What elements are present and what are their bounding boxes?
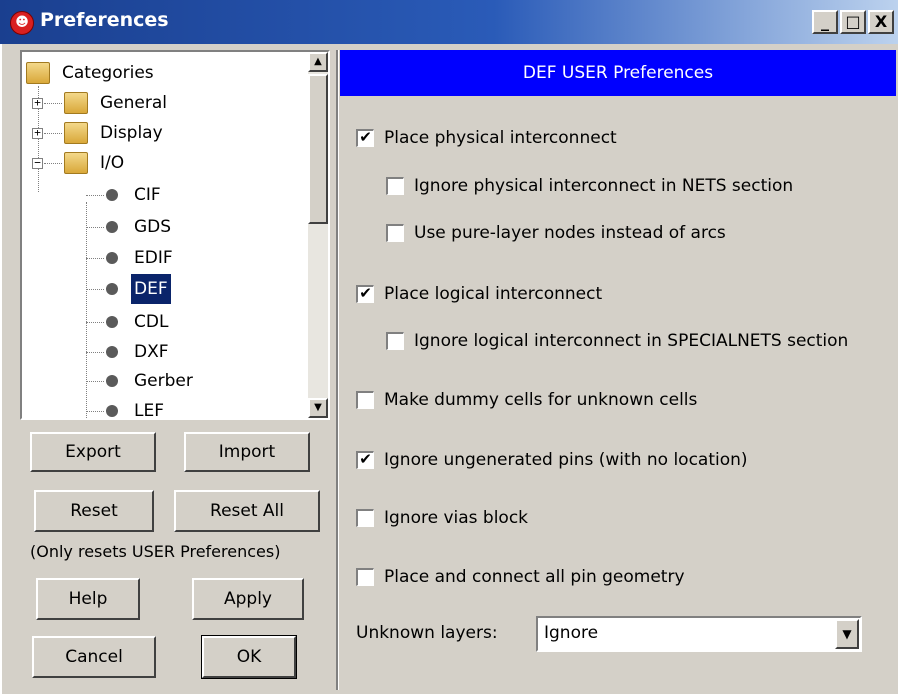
bullet-icon (106, 346, 118, 358)
tree-item-label: CIF (134, 185, 161, 205)
tree-root-label: Categories (62, 63, 154, 83)
bullet-icon (106, 221, 118, 233)
bullet-icon (106, 405, 118, 417)
checkbox[interactable] (386, 177, 404, 195)
scroll-up-icon[interactable]: ▲ (308, 52, 328, 72)
bullet-icon (106, 189, 118, 201)
checkbox[interactable] (356, 568, 374, 586)
checkbox[interactable]: ✔ (356, 129, 374, 147)
preferences-panel: DEF USER Preferences ✔ Place physical in… (340, 50, 896, 690)
cancel-button[interactable]: Cancel (32, 636, 156, 678)
folder-icon (64, 122, 88, 144)
tree-item-label: CDL (134, 312, 169, 332)
option-label: Ignore vias block (384, 508, 529, 528)
bullet-icon (106, 316, 118, 328)
tree-scrollbar[interactable]: ▲ ▼ (308, 52, 328, 418)
scroll-down-icon[interactable]: ▼ (308, 398, 328, 418)
tree-item-label: Gerber (134, 371, 193, 391)
option-label: Ignore ungenerated pins (with no locatio… (384, 450, 748, 470)
tree-item-label: DXF (134, 342, 169, 362)
close-button[interactable]: X (868, 10, 894, 34)
reset-all-button[interactable]: Reset All (174, 490, 320, 532)
checkbox[interactable] (356, 509, 374, 527)
reset-button[interactable]: Reset (34, 490, 154, 532)
tree-item-label: LEF (134, 401, 164, 420)
unknown-layers-select[interactable]: Ignore ▼ (536, 616, 862, 652)
tree-item-label-selected: DEF (131, 274, 171, 304)
maximize-button[interactable]: □ (840, 10, 866, 34)
bullet-icon (106, 252, 118, 264)
export-button[interactable]: Export (30, 432, 156, 472)
option-label: Place physical interconnect (384, 128, 617, 148)
checkbox[interactable] (386, 224, 404, 242)
minimize-button[interactable]: _ (812, 10, 838, 34)
ok-button[interactable]: OK (201, 635, 297, 679)
tree-item-label: General (100, 93, 167, 113)
window-title: Preferences (40, 9, 169, 31)
option-label: Place logical interconnect (384, 284, 603, 304)
option-label: Make dummy cells for unknown cells (384, 390, 698, 410)
folder-open-icon (64, 152, 88, 174)
reset-note: (Only resets USER Preferences) (30, 542, 281, 561)
tree-item-label: GDS (134, 217, 172, 237)
scroll-thumb[interactable] (308, 74, 328, 224)
expand-icon[interactable]: + (32, 127, 43, 139)
unknown-layers-label: Unknown layers: (356, 623, 498, 643)
select-value: Ignore (544, 623, 599, 643)
checkbox[interactable]: ✔ (356, 451, 374, 469)
import-button[interactable]: Import (184, 432, 310, 472)
option-label: Ignore physical interconnect in NETS sec… (414, 176, 794, 196)
help-button[interactable]: Help (36, 578, 140, 620)
folder-icon (26, 62, 50, 84)
chevron-down-icon[interactable]: ▼ (835, 619, 859, 649)
pane-divider[interactable] (336, 50, 339, 690)
panel-header: DEF USER Preferences (340, 50, 896, 96)
category-tree[interactable]: Categories + General + Display − I/O CIF… (20, 50, 330, 420)
apply-button[interactable]: Apply (192, 578, 304, 620)
tree-item-label: Display (100, 123, 163, 143)
tree-item-label: EDIF (134, 248, 173, 268)
checkbox[interactable] (356, 391, 374, 409)
bullet-icon (106, 283, 118, 295)
title-bar: ☻ Preferences _ □ X (0, 0, 898, 44)
collapse-icon[interactable]: − (32, 157, 43, 169)
checkbox[interactable]: ✔ (356, 285, 374, 303)
expand-icon[interactable]: + (32, 97, 43, 109)
tree-item-label: I/O (100, 153, 125, 173)
bullet-icon (106, 375, 118, 387)
checkbox[interactable] (386, 332, 404, 350)
option-label: Place and connect all pin geometry (384, 567, 685, 587)
option-label: Ignore logical interconnect in SPECIALNE… (414, 331, 849, 351)
folder-icon (64, 92, 88, 114)
app-icon: ☻ (10, 11, 34, 35)
option-label: Use pure-layer nodes instead of arcs (414, 223, 726, 243)
left-pane: Categories + General + Display − I/O CIF… (20, 50, 334, 690)
